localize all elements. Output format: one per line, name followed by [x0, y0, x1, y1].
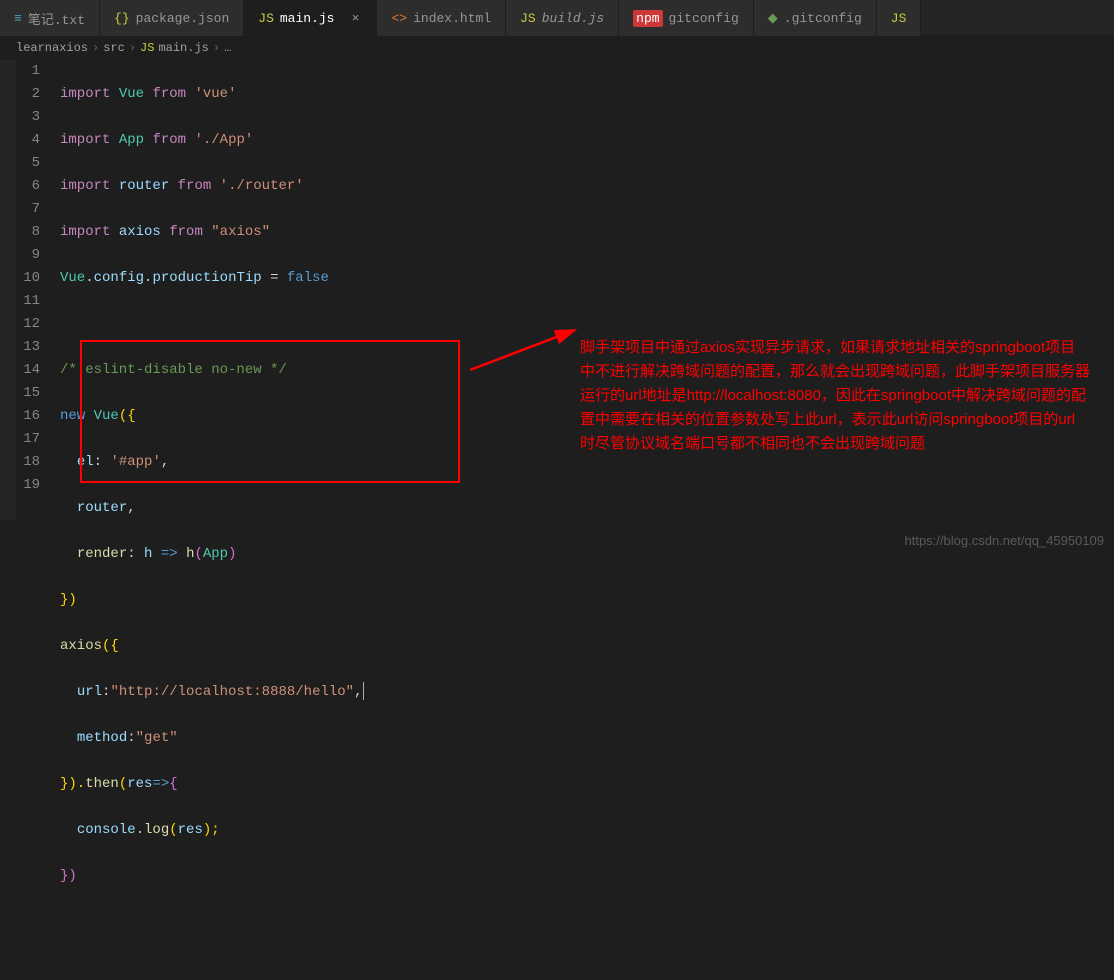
tab-label: 笔记.txt	[28, 9, 85, 28]
watermark: https://blog.csdn.net/qq_45950109	[905, 533, 1105, 548]
text-cursor	[363, 682, 364, 700]
code-editor[interactable]: 12345678910111213141516171819 import Vue…	[0, 60, 1114, 980]
chevron-right-icon: ›	[129, 41, 136, 55]
breadcrumb-item[interactable]: src	[103, 41, 125, 55]
js-file-icon: JS	[891, 11, 907, 26]
tab-notes[interactable]: ≡ 笔记.txt	[0, 0, 100, 36]
line-numbers: 12345678910111213141516171819	[0, 60, 60, 980]
chevron-right-icon: ›	[92, 41, 99, 55]
chevron-right-icon: ›	[213, 41, 220, 55]
tab-package-json[interactable]: {} package.json	[100, 0, 244, 36]
js-file-icon: JS	[140, 41, 154, 55]
tab-dot-gitconfig[interactable]: ◆ .gitconfig	[754, 0, 877, 36]
tab-main-js[interactable]: JS main.js ×	[244, 0, 377, 36]
tab-overflow[interactable]: JS	[877, 0, 922, 36]
breadcrumb-item[interactable]: learnaxios	[16, 41, 88, 55]
tab-label: gitconfig	[669, 11, 739, 26]
tab-label: .gitconfig	[784, 11, 862, 26]
breadcrumb[interactable]: learnaxios › src › JS main.js › …	[0, 36, 1114, 60]
json-file-icon: {}	[114, 11, 130, 26]
tab-gitconfig[interactable]: npm gitconfig	[619, 0, 754, 36]
tab-label: main.js	[280, 11, 335, 26]
code-content[interactable]: import Vue from 'vue' import App from '.…	[60, 60, 364, 980]
tab-build-js[interactable]: JS build.js	[506, 0, 619, 36]
tab-label: index.html	[413, 11, 491, 26]
npm-icon: npm	[633, 10, 662, 27]
tab-index-html[interactable]: <> index.html	[377, 0, 506, 36]
text-file-icon: ≡	[14, 11, 22, 26]
breadcrumb-item[interactable]: main.js	[158, 41, 208, 55]
close-icon[interactable]: ×	[348, 11, 362, 26]
editor-tabs: ≡ 笔记.txt {} package.json JS main.js × <>…	[0, 0, 1114, 36]
tab-label: build.js	[542, 11, 604, 26]
js-file-icon: JS	[258, 11, 274, 26]
js-file-icon: JS	[520, 11, 536, 26]
html-file-icon: <>	[391, 11, 407, 26]
tab-label: package.json	[136, 11, 230, 26]
breadcrumb-more[interactable]: …	[224, 41, 231, 55]
annotation-text: 脚手架项目中通过axios实现异步请求，如果请求地址相关的springboot项…	[580, 336, 1090, 456]
git-icon: ◆	[768, 11, 778, 26]
